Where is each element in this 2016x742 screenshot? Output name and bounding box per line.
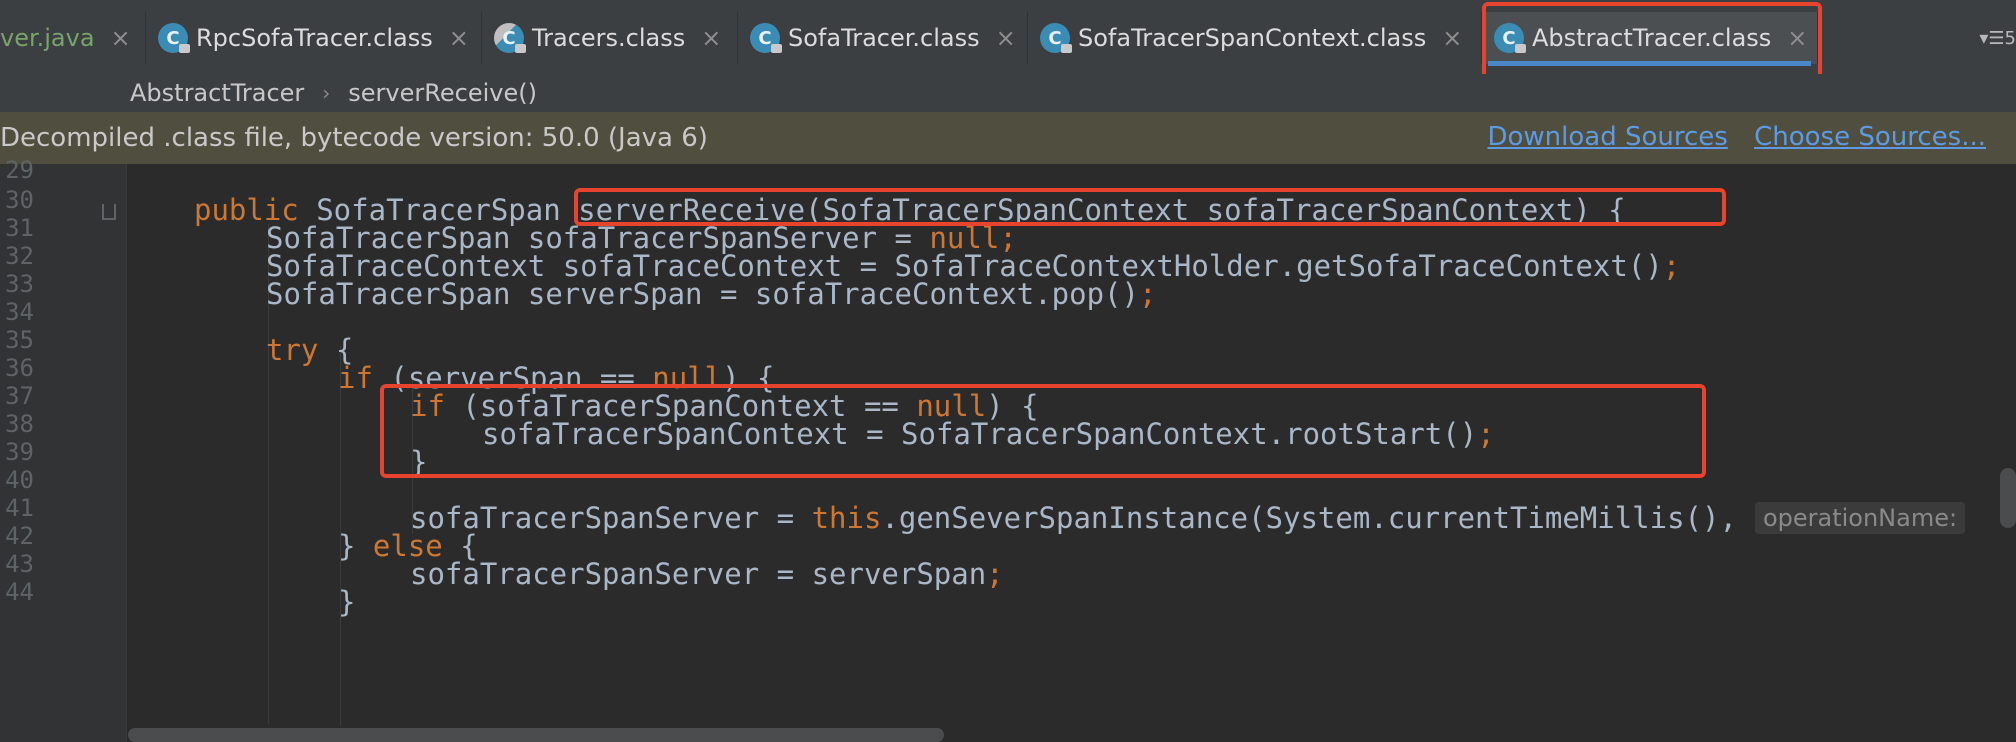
semicolon: ; [1138, 277, 1157, 311]
lock-icon [179, 44, 190, 53]
tab-label: Tracers.class [532, 24, 686, 52]
banner-message: Decompiled .class file, bytecode version… [0, 123, 708, 153]
breadcrumb-method[interactable]: serverReceive() [348, 79, 537, 107]
class-icon-letter: C [758, 27, 772, 49]
lock-icon [771, 44, 782, 53]
close-icon[interactable]: × [996, 24, 1016, 52]
keyword: try [266, 333, 319, 367]
tab-sofatracer-class[interactable]: C SofaTracer.class × [738, 12, 1028, 64]
annotation-box-method-signature [574, 188, 1726, 226]
tab-server-java[interactable]: ver.java × [0, 12, 146, 64]
breadcrumb-class[interactable]: AbstractTracer [130, 79, 304, 107]
choose-sources-link[interactable]: Choose Sources... [1754, 122, 1986, 152]
class-icon: C [494, 23, 526, 53]
code-line-133: SofaTracerSpan serverSpan = sofaTraceCon… [266, 276, 1156, 312]
code-text: sofaTracerSpanServer = serverSpan [410, 557, 987, 591]
tab-tracers-class[interactable]: C Tracers.class × [482, 12, 738, 64]
class-icon: C [158, 23, 190, 53]
tab-list-menu-button[interactable]: ▾☰5 [1979, 28, 2016, 49]
close-icon[interactable]: × [1442, 24, 1462, 52]
class-icon: C [750, 23, 782, 53]
chevron-right-icon: › [322, 81, 331, 105]
horizontal-scrollbar[interactable] [128, 728, 944, 742]
lock-icon [515, 44, 526, 53]
download-sources-link[interactable]: Download Sources [1487, 122, 1727, 152]
tab-rpcsofatracer-class[interactable]: C RpcSofaTracer.class × [146, 12, 482, 64]
parameter-hint: operationName: [1754, 502, 1966, 534]
breadcrumb: AbstractTracer › serverReceive() [0, 74, 2016, 113]
tab-label: RpcSofaTracer.class [196, 24, 433, 52]
class-icon-letter: C [1048, 27, 1062, 49]
code-line-144: } [338, 584, 355, 620]
tab-sofatracerspancontext-class[interactable]: C SofaTracerSpanContext.class × [1028, 12, 1482, 64]
keyword: if [338, 361, 373, 395]
tab-label: ver.java [0, 24, 95, 52]
code-editor[interactable]: 29 30 31 32 33 34 35 36 37 38 39 40 41 4… [0, 156, 2016, 742]
semicolon: ; [986, 557, 1004, 591]
class-icon: C [1040, 23, 1072, 53]
close-icon[interactable]: × [111, 24, 131, 52]
decompiled-banner: Decompiled .class file, bytecode version… [0, 112, 2016, 164]
semicolon: ; [1662, 249, 1681, 283]
close-icon[interactable]: × [449, 24, 469, 52]
code-text: .genSeverSpanInstance(System.currentTime… [881, 501, 1737, 535]
class-icon-letter: C [502, 27, 516, 49]
code-line-141: sofaTracerSpanServer = this.genSeverSpan… [410, 500, 1966, 536]
banner-actions: Download Sources Choose Sources... [1469, 122, 1986, 152]
close-icon[interactable]: × [701, 24, 721, 52]
code-text: } [338, 585, 356, 619]
code-line-143: sofaTracerSpanServer = serverSpan; [410, 556, 1004, 592]
class-icon-letter: C [166, 27, 180, 49]
keyword: this [811, 501, 882, 535]
tab-label: SofaTracer.class [788, 24, 980, 52]
annotation-box-root-start [380, 384, 1706, 478]
code-text: } [338, 529, 373, 563]
tab-label: SofaTracerSpanContext.class [1078, 24, 1427, 52]
code-text: SofaTracerSpan serverSpan = sofaTraceCon… [266, 277, 1139, 311]
lock-icon [1061, 44, 1072, 53]
vertical-scrollbar[interactable] [2000, 468, 2016, 528]
